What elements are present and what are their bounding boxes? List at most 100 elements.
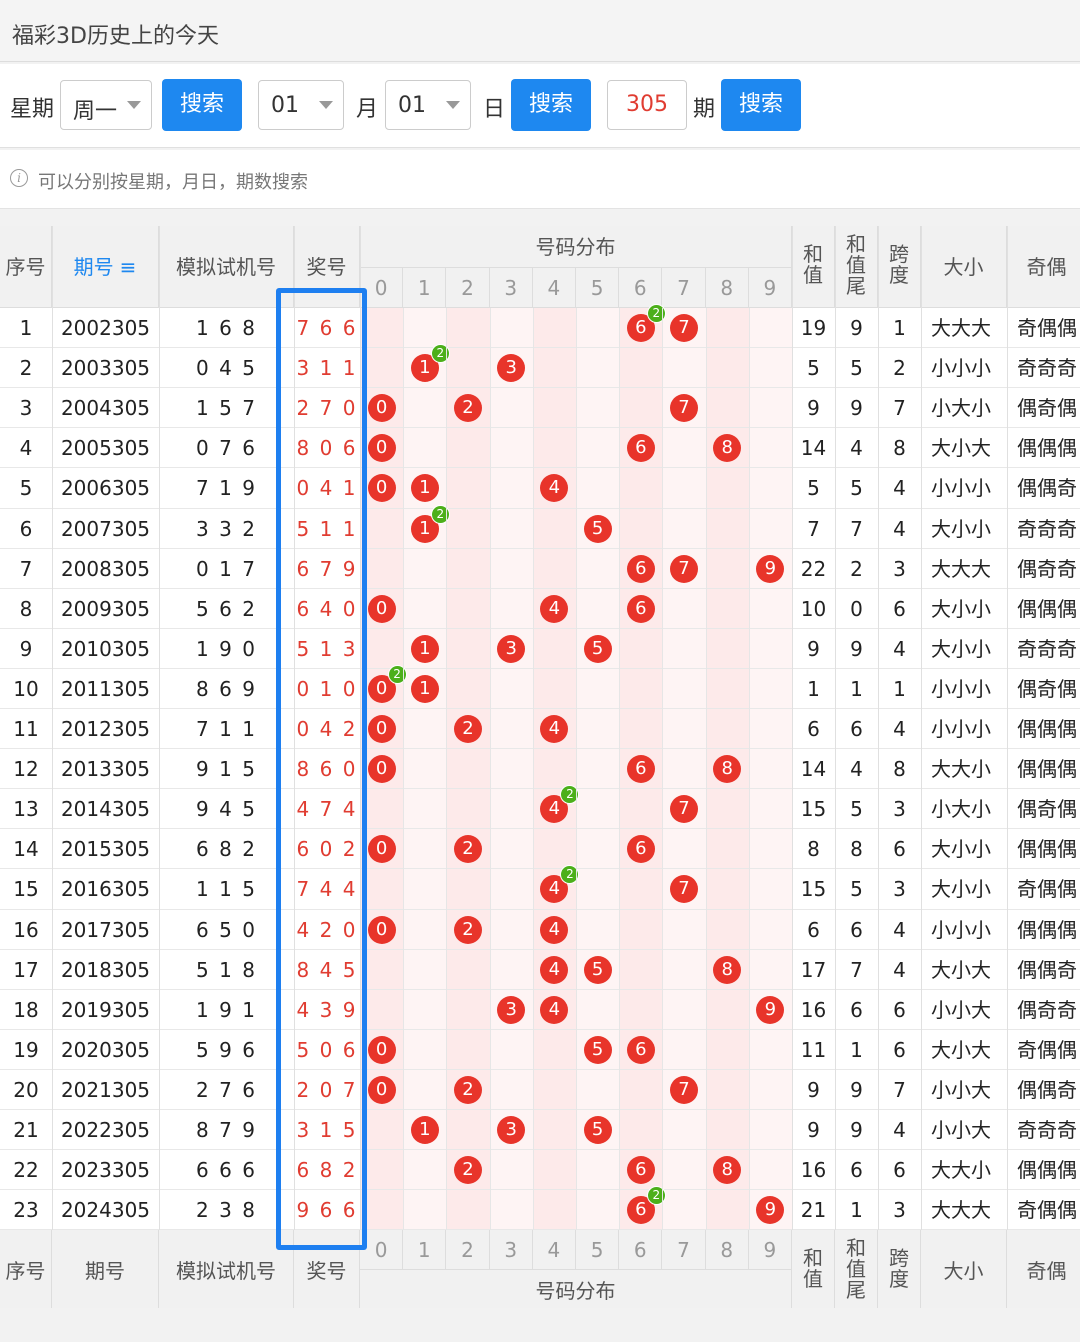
- cell-sum: 14: [800, 436, 827, 461]
- cell-sum_tail: 5: [850, 476, 863, 501]
- cell-sim: 9 1 5: [196, 757, 257, 782]
- footer-parity-label: 奇偶: [1026, 1259, 1067, 1284]
- cell-sum: 5: [807, 356, 820, 381]
- cell-parity: 偶奇偶: [1017, 396, 1077, 421]
- header-size: 大小: [921, 226, 1007, 308]
- cell-seq: 10: [13, 676, 39, 701]
- cell-size: 大小小: [931, 516, 991, 541]
- ball-6: 6: [626, 1035, 655, 1064]
- cell-sim: 2 3 8: [196, 1198, 257, 1223]
- cell-parity: 偶偶偶: [1017, 436, 1077, 461]
- day-select-value: 01: [398, 93, 426, 118]
- cell-sum: 14: [800, 757, 827, 782]
- cell-sum_tail: 6: [850, 1158, 863, 1183]
- cell-sum_tail: 5: [850, 797, 863, 822]
- cell-sum_tail: 1: [850, 1198, 863, 1223]
- cell-sum_tail: 7: [850, 516, 863, 541]
- footer-issue-label: 期号: [85, 1259, 125, 1284]
- cell-span: 6: [893, 596, 906, 621]
- cell-sum_tail: 1: [850, 676, 863, 701]
- footer-prize: 奖号: [294, 1230, 360, 1308]
- ball-0: 0: [367, 394, 396, 423]
- cell-issue: 2016305: [60, 877, 151, 902]
- cell-span: 7: [893, 1077, 906, 1102]
- date-search-button[interactable]: 搜索: [511, 79, 591, 131]
- cell-sim: 1 5 7: [196, 396, 257, 421]
- cell-parity: 偶奇奇: [1017, 556, 1077, 581]
- column-divider: [52, 226, 53, 1308]
- header-size-label: 大小: [943, 255, 984, 279]
- cell-seq: 12: [13, 757, 39, 782]
- cell-sum_tail: 2: [850, 556, 863, 581]
- cell-size: 小小小: [931, 917, 991, 942]
- cell-size: 小小大: [931, 1077, 991, 1102]
- cell-prize: 7 4 4: [296, 877, 358, 902]
- cell-parity: 偶偶奇: [1017, 476, 1077, 501]
- footer-size-label: 大小: [943, 1259, 984, 1284]
- issue-search-button[interactable]: 搜索: [721, 79, 801, 131]
- cell-size: 大大大: [931, 1198, 991, 1223]
- cell-issue: 2019305: [60, 997, 151, 1022]
- cell-span: 4: [893, 957, 906, 982]
- ball-0: 0: [367, 835, 396, 864]
- header-issue-label: 期号: [73, 255, 114, 279]
- ball-7: 7: [670, 1075, 698, 1104]
- cell-issue: 2002305: [60, 316, 151, 340]
- ball-0: 0: [367, 434, 396, 463]
- digit-divider: [532, 308, 534, 1231]
- cell-sum: 10: [800, 596, 827, 621]
- cell-sum: 15: [800, 797, 827, 822]
- cell-sim: 0 4 5: [196, 356, 257, 381]
- column-divider: [921, 226, 922, 1308]
- cell-sum_tail: 0: [850, 596, 863, 621]
- cell-issue: 2009305: [60, 596, 151, 621]
- cell-prize: 2 7 0: [296, 396, 358, 421]
- month-select-value: 01: [271, 93, 299, 118]
- cell-issue: 2003305: [60, 356, 151, 381]
- ball-3: 3: [497, 995, 526, 1024]
- footer-sum-char: 值: [803, 1267, 823, 1292]
- cell-parity: 奇奇奇: [1017, 356, 1077, 381]
- footer-issue[interactable]: 期号: [52, 1230, 159, 1308]
- cell-sum_tail: 7: [850, 957, 863, 982]
- cell-sim: 0 7 6: [196, 436, 257, 461]
- cell-sum_tail: 6: [850, 917, 863, 942]
- cell-prize: 6 0 2: [296, 837, 358, 862]
- cell-sim: 8 7 9: [196, 1118, 257, 1142]
- weekday-search-button[interactable]: 搜索: [162, 79, 242, 131]
- cell-span: 4: [893, 516, 906, 541]
- month-select[interactable]: 01: [258, 80, 344, 130]
- sort-icon[interactable]: ≡: [120, 255, 137, 279]
- cell-prize: 5 0 6: [296, 1037, 358, 1062]
- header-parity-label: 奇偶: [1026, 255, 1067, 279]
- search-hint: i 可以分别按星期，月日，期数搜索: [0, 150, 1080, 209]
- cell-sum_tail: 5: [850, 356, 863, 381]
- header-issue[interactable]: 期号 ≡: [52, 226, 159, 308]
- day-select[interactable]: 01: [385, 80, 471, 130]
- app-title-bar: 福彩3D历史上的今天: [0, 0, 1080, 62]
- cell-prize: 8 6 0: [296, 757, 358, 782]
- cell-sum: 1: [807, 676, 820, 701]
- header-prize: 奖号: [294, 226, 360, 308]
- cell-seq: 14: [13, 837, 39, 862]
- header-digit-4: 4: [532, 268, 576, 308]
- cell-parity: 奇偶偶: [1017, 877, 1077, 902]
- ball-0: 0: [367, 915, 396, 944]
- column-divider: [1007, 226, 1008, 1308]
- cell-sum_tail: 9: [850, 636, 863, 661]
- cell-sum: 21: [800, 1198, 827, 1223]
- issue-input[interactable]: 305: [607, 80, 687, 130]
- cell-issue: 2004305: [60, 396, 151, 421]
- ball-9: 9: [756, 995, 785, 1024]
- cell-seq: 18: [13, 997, 39, 1022]
- weekday-select[interactable]: 周一: [60, 80, 152, 130]
- header-sum-char: 值: [803, 263, 823, 287]
- footer-sum_tail-char: 和: [846, 1236, 866, 1261]
- cell-parity: 奇偶偶: [1017, 1037, 1077, 1062]
- cell-size: 大大小: [931, 757, 991, 782]
- cell-span: 4: [893, 1118, 906, 1142]
- footer-digit-3: 3: [489, 1230, 533, 1271]
- cell-parity: 奇奇奇: [1017, 516, 1077, 541]
- cell-issue: 2010305: [60, 636, 151, 661]
- cell-issue: 2008305: [60, 556, 151, 581]
